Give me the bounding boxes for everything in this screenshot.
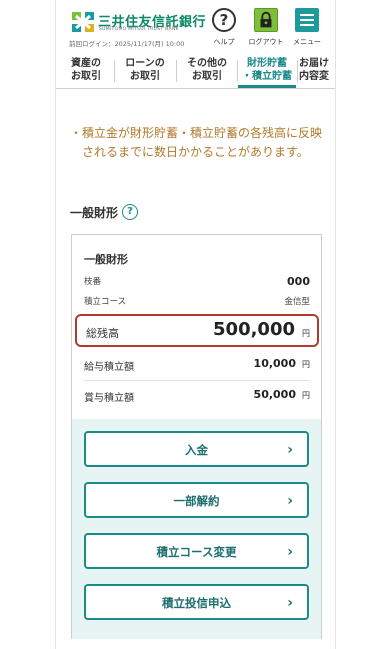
tab-loans-line2: お取引 (130, 71, 160, 82)
deposit-button[interactable]: 入金 › (84, 431, 309, 467)
menu-label: メニュー (293, 38, 321, 46)
tab-loans[interactable]: ローンの お取引 (116, 57, 174, 87)
chevron-right-icon: › (287, 442, 293, 458)
total-balance-highlight: 総残高 500,000 円 (75, 314, 319, 347)
partial-withdrawal-button-label: 一部解約 (173, 494, 220, 508)
tab-savings-line2: ・積立貯蓄 (242, 71, 292, 82)
bank-english-name: SUMITOMO MITSUI TRUST BANK (99, 27, 179, 32)
salary-label: 給与積立額 (84, 362, 134, 373)
salary-unit: 円 (302, 360, 310, 369)
app-frame: 三井住友信託銀行 SUMITOMO MITSUI TRUST BANK 前回ログ… (55, 0, 336, 649)
tab-savings-line1: 財形貯蓄 (247, 58, 287, 69)
action-panel: 入金 › 一部解約 › 積立コース変更 › 積立投信申込 › (72, 419, 321, 639)
header: 三井住友信託銀行 SUMITOMO MITSUI TRUST BANK 前回ログ… (56, 0, 335, 52)
tab-registration-line1: お届け (299, 58, 329, 69)
row-divider (84, 380, 310, 381)
chevron-right-icon: › (287, 493, 293, 509)
tab-other[interactable]: その他の お取引 (178, 57, 236, 87)
course-row: 積立コース 金信型 (84, 295, 310, 311)
tab-savings[interactable]: 財形貯蓄 ・積立貯蓄 (238, 57, 296, 87)
bank-logo-icon (72, 12, 94, 32)
lock-icon (254, 8, 278, 32)
tab-other-line2: お取引 (192, 71, 222, 82)
total-balance-label: 総残高 (86, 327, 119, 340)
tab-registration[interactable]: お届け 内容変 (299, 57, 335, 87)
bonus-value: 50,000 (253, 388, 296, 401)
bonus-row: 賞与積立額 50,000 円 (84, 387, 310, 407)
branch-row: 枝番 000 (84, 275, 310, 291)
section-title: 一般財形 (70, 206, 119, 220)
partial-withdrawal-button[interactable]: 一部解約 › (84, 482, 309, 518)
tab-divider (176, 60, 177, 82)
tab-other-line1: その他の (187, 58, 227, 69)
tab-assets[interactable]: 資産の お取引 (60, 57, 112, 87)
tab-divider (114, 60, 115, 82)
help-button[interactable]: ? ヘルプ (203, 8, 245, 47)
account-card: 一般財形 枝番 000 積立コース 金信型 総残高 500,000 円 給与積立… (71, 234, 322, 639)
salary-row: 給与積立額 10,000 円 (84, 356, 310, 376)
help-icon: ? (212, 8, 236, 32)
hamburger-menu-icon (295, 8, 319, 32)
notice-bullet: ・ (70, 126, 83, 140)
last-login-text: 前回ログイン：2025/11/17(月) 10:00 (69, 40, 185, 48)
card-title: 一般財形 (84, 253, 128, 266)
logout-button[interactable]: ログアウト (245, 8, 287, 47)
branch-label: 枝番 (84, 277, 102, 287)
chevron-right-icon: › (287, 544, 293, 560)
deposit-button-label: 入金 (185, 443, 208, 457)
total-balance-unit: 円 (302, 329, 310, 338)
change-course-button-label: 積立コース変更 (156, 545, 237, 559)
course-value: 金信型 (284, 297, 310, 307)
fund-application-button[interactable]: 積立投信申込 › (84, 584, 309, 620)
branch-value: 000 (287, 275, 310, 288)
active-tab-indicator (238, 85, 296, 88)
menu-button[interactable]: メニュー (286, 8, 328, 47)
notice-message: ・ 積立金が財形貯蓄・積立貯蓄の各残高に反映されるまでに数日かかることがあります… (70, 124, 332, 162)
logout-label: ログアウト (248, 38, 284, 46)
bonus-unit: 円 (302, 391, 310, 400)
fund-application-button-label: 積立投信申込 (162, 596, 231, 610)
bonus-label: 賞与積立額 (84, 393, 134, 404)
notice-text: 積立金が財形貯蓄・積立貯蓄の各残高に反映されるまでに数日かかることがあります。 (82, 126, 323, 159)
tab-loans-line1: ローンの (125, 58, 165, 69)
category-tabs: 資産の お取引 ローンの お取引 その他の お取引 財形貯蓄 ・積立貯蓄 お届け… (56, 55, 335, 89)
salary-value: 10,000 (253, 357, 296, 370)
change-course-button[interactable]: 積立コース変更 › (84, 533, 309, 569)
tab-assets-line2: お取引 (71, 71, 101, 82)
total-balance-value: 500,000 (213, 319, 295, 340)
tab-divider (297, 60, 298, 82)
help-label: ヘルプ (213, 38, 235, 46)
chevron-right-icon: › (287, 595, 293, 611)
course-label: 積立コース (84, 297, 127, 307)
tab-assets-line1: 資産の (71, 58, 101, 69)
tab-registration-line2: 内容変 (299, 71, 329, 82)
help-circle-icon[interactable]: ? (122, 204, 138, 220)
